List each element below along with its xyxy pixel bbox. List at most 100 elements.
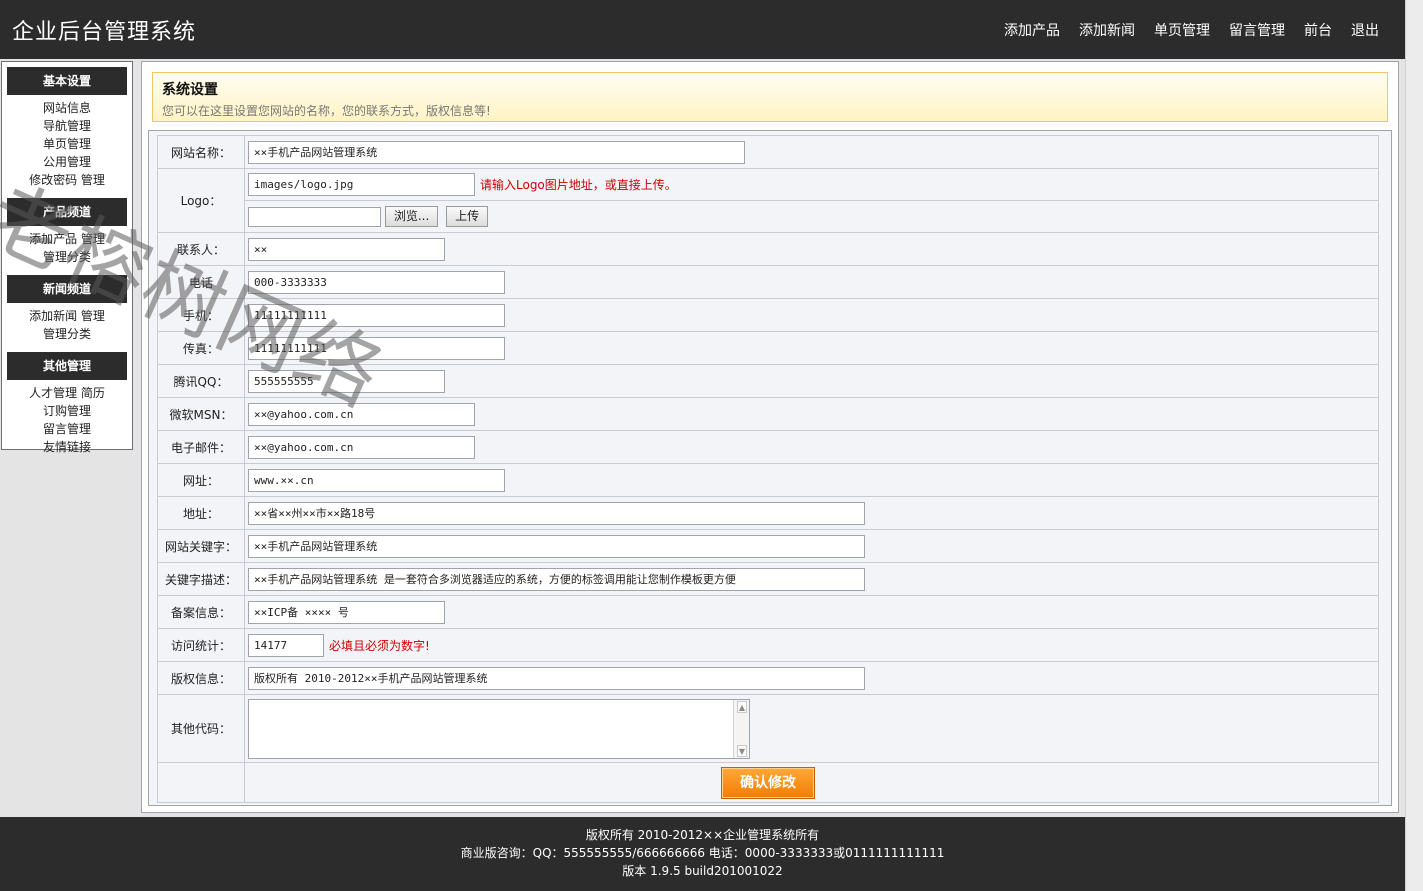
- nav-add-news[interactable]: 添加新闻: [1079, 20, 1135, 40]
- form-row: 备案信息： ××ICP备 ×××× 号: [157, 595, 1379, 629]
- description-label: 关键字描述：: [157, 562, 245, 596]
- sidebar-item-page-manage[interactable]: 单页管理: [2, 135, 132, 153]
- main-panel: 系统设置 您可以在这里设置您网站的名称，您的联系方式，版权信息等! 网站名称： …: [141, 61, 1399, 813]
- sidebar-item-common-manage[interactable]: 公用管理: [2, 153, 132, 171]
- form-row: 其他代码： ▲ ▼: [157, 694, 1379, 763]
- fax-label: 传真：: [157, 331, 245, 365]
- address-label: 地址：: [157, 496, 245, 530]
- sidebar-group-basic: 网站信息 导航管理 单页管理 公用管理 修改密码 管理: [2, 95, 132, 193]
- stats-hint: 必填且必须为数字!: [329, 638, 430, 653]
- form-row: 访问统计： 14177 必填且必须为数字!: [157, 628, 1379, 662]
- icp-label: 备案信息：: [157, 595, 245, 629]
- form-row: 浏览... 上传: [158, 200, 1379, 233]
- address-input[interactable]: ××省××州××市××路18号: [248, 501, 865, 525]
- scroll-down-icon[interactable]: ▼: [737, 744, 747, 757]
- sidebar: 基本设置 网站信息 导航管理 单页管理 公用管理 修改密码 管理 产品频道 添加…: [1, 61, 133, 454]
- form-row: 网站关键字： ××手机产品网站管理系统: [157, 529, 1379, 563]
- sidebar-item-product-category[interactable]: 管理分类: [2, 248, 132, 266]
- sidebar-item-talent[interactable]: 人才管理 简历: [2, 384, 132, 402]
- scroll-up-icon[interactable]: ▲: [737, 700, 747, 713]
- form-row: 电话 000-3333333: [157, 265, 1379, 299]
- sidebar-group-other: 人才管理 简历 订购管理 留言管理 友情链接: [2, 380, 132, 460]
- form-row: 网站名称： ××手机产品网站管理系统: [157, 135, 1379, 169]
- form-row: 版权信息： 版权所有 2010-2012××手机产品网站管理系统: [157, 661, 1379, 695]
- submit-row-spacer: [157, 762, 245, 803]
- browse-button[interactable]: 浏览...: [384, 206, 439, 227]
- sidebar-item-nav-manage[interactable]: 导航管理: [2, 117, 132, 135]
- window-scrollbar[interactable]: [1405, 0, 1423, 891]
- mobile-input[interactable]: 11111111111: [248, 303, 505, 327]
- footer-version: 版本 1.9.5 build201001022: [622, 864, 783, 878]
- site-name-input[interactable]: ××手机产品网站管理系统: [248, 140, 745, 164]
- form-row: 腾讯QQ： 555555555: [157, 364, 1379, 398]
- sidebar-item-friend-links[interactable]: 友情链接: [2, 438, 132, 456]
- form-row: Logo： images/logo.jpg 请输入Logo图片地址，或直接上传。: [157, 168, 1379, 233]
- confirm-submit-button[interactable]: 确认修改: [721, 766, 815, 799]
- other-code-label: 其他代码：: [157, 694, 245, 763]
- nav-add-product[interactable]: 添加产品: [1004, 20, 1060, 40]
- url-input[interactable]: www.××.cn: [248, 468, 505, 492]
- email-label: 电子邮件：: [157, 430, 245, 464]
- copyright-label: 版权信息：: [157, 661, 245, 695]
- sidebar-group-title: 产品频道: [7, 198, 127, 226]
- sidebar-item-messages[interactable]: 留言管理: [2, 420, 132, 438]
- logo-url-input[interactable]: images/logo.jpg: [248, 173, 475, 196]
- sidebar-group-product: 添加产品 管理 管理分类: [2, 226, 132, 270]
- stats-input[interactable]: 14177: [248, 633, 324, 657]
- textarea-scrollbar[interactable]: ▲ ▼: [733, 699, 749, 758]
- msn-input[interactable]: ××@yahoo.com.cn: [248, 402, 475, 426]
- icp-input[interactable]: ××ICP备 ×××× 号: [248, 600, 445, 624]
- sidebar-item-add-news[interactable]: 添加新闻 管理: [2, 307, 132, 325]
- form-row: 联系人： ××: [157, 232, 1379, 266]
- contact-label: 联系人：: [157, 232, 245, 266]
- mobile-label: 手机：: [157, 298, 245, 332]
- upload-button[interactable]: 上传: [446, 206, 489, 227]
- settings-form: 网站名称： ××手机产品网站管理系统 Logo： images/logo.jpg…: [148, 130, 1392, 806]
- nav-logout[interactable]: 退出: [1351, 20, 1379, 40]
- sidebar-item-password[interactable]: 修改密码 管理: [2, 171, 132, 189]
- contact-input[interactable]: ××: [248, 237, 445, 261]
- nav-message-manage[interactable]: 留言管理: [1229, 20, 1285, 40]
- msn-label: 微软MSN：: [157, 397, 245, 431]
- form-row: 确认修改: [157, 762, 1379, 803]
- notice-description: 您可以在这里设置您网站的名称，您的联系方式，版权信息等!: [162, 104, 491, 118]
- logo-label: Logo：: [157, 168, 245, 233]
- site-name-label: 网站名称：: [157, 135, 245, 169]
- footer-copyright: 版权所有 2010-2012××企业管理系统所有: [585, 828, 820, 842]
- keywords-input[interactable]: ××手机产品网站管理系统: [248, 534, 865, 558]
- form-row: 地址： ××省××州××市××路18号: [157, 496, 1379, 530]
- nav-frontend[interactable]: 前台: [1304, 20, 1332, 40]
- email-input[interactable]: ××@yahoo.com.cn: [248, 435, 475, 459]
- stats-label: 访问统计：: [157, 628, 245, 662]
- phone-label: 电话: [157, 265, 245, 299]
- nav-page-manage[interactable]: 单页管理: [1154, 20, 1210, 40]
- sidebar-group-title: 其他管理: [7, 352, 127, 380]
- settings-table: 网站名称： ××手机产品网站管理系统 Logo： images/logo.jpg…: [157, 135, 1379, 803]
- settings-notice: 系统设置 您可以在这里设置您网站的名称，您的联系方式，版权信息等!: [152, 72, 1388, 122]
- app-title: 企业后台管理系统: [12, 20, 197, 45]
- qq-label: 腾讯QQ：: [157, 364, 245, 398]
- sidebar-item-site-info[interactable]: 网站信息: [2, 99, 132, 117]
- footer-contact: 商业版咨询：QQ：555555555/666666666 电话：0000-333…: [460, 846, 945, 860]
- sidebar-group-news: 添加新闻 管理 管理分类: [2, 303, 132, 347]
- logo-file-input[interactable]: [248, 206, 381, 227]
- sidebar-item-news-category[interactable]: 管理分类: [2, 325, 132, 343]
- form-row: 网址： www.××.cn: [157, 463, 1379, 497]
- copyright-input[interactable]: 版权所有 2010-2012××手机产品网站管理系统: [248, 666, 865, 690]
- description-input[interactable]: ××手机产品网站管理系统 是一套符合多浏览器适应的系统，方便的标签调用能让您制作…: [248, 567, 865, 591]
- fax-input[interactable]: 11111111111: [248, 336, 505, 360]
- phone-input[interactable]: 000-3333333: [248, 270, 505, 294]
- sidebar-item-add-product[interactable]: 添加产品 管理: [2, 230, 132, 248]
- sidebar-item-orders[interactable]: 订购管理: [2, 402, 132, 420]
- form-row: 传真： 11111111111: [157, 331, 1379, 365]
- top-nav: 添加产品 添加新闻 单页管理 留言管理 前台 退出: [985, 20, 1379, 40]
- notice-title: 系统设置: [162, 82, 218, 98]
- form-row: 手机： 11111111111: [157, 298, 1379, 332]
- form-row: 电子邮件： ××@yahoo.com.cn: [157, 430, 1379, 464]
- other-code-textarea[interactable]: ▲ ▼: [248, 698, 750, 759]
- logo-hint: 请输入Logo图片地址，或直接上传。: [480, 178, 677, 192]
- qq-input[interactable]: 555555555: [248, 369, 445, 393]
- url-label: 网址：: [157, 463, 245, 497]
- sidebar-group-title: 新闻频道: [7, 275, 127, 303]
- top-header: 企业后台管理系统 添加产品 添加新闻 单页管理 留言管理 前台 退出: [0, 0, 1405, 59]
